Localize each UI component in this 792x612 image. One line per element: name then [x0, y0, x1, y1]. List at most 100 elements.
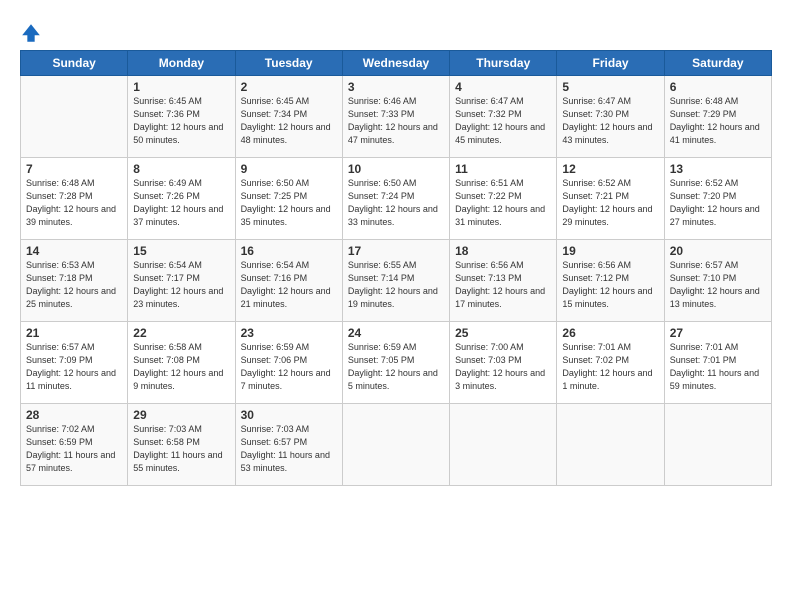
logo-icon — [20, 22, 42, 44]
calendar-table: SundayMondayTuesdayWednesdayThursdayFrid… — [20, 50, 772, 486]
calendar-cell: 11Sunrise: 6:51 AMSunset: 7:22 PMDayligh… — [450, 158, 557, 240]
day-number: 14 — [26, 244, 123, 258]
weekday-header-row: SundayMondayTuesdayWednesdayThursdayFrid… — [21, 51, 772, 76]
day-number: 15 — [133, 244, 230, 258]
day-info: Sunrise: 6:48 AMSunset: 7:28 PMDaylight:… — [26, 177, 123, 229]
day-number: 28 — [26, 408, 123, 422]
day-number: 26 — [562, 326, 659, 340]
day-number: 5 — [562, 80, 659, 94]
day-number: 30 — [241, 408, 338, 422]
calendar-cell: 17Sunrise: 6:55 AMSunset: 7:14 PMDayligh… — [342, 240, 449, 322]
day-info: Sunrise: 6:47 AMSunset: 7:30 PMDaylight:… — [562, 95, 659, 147]
logo — [20, 22, 44, 44]
calendar-cell: 7Sunrise: 6:48 AMSunset: 7:28 PMDaylight… — [21, 158, 128, 240]
day-number: 10 — [348, 162, 445, 176]
day-info: Sunrise: 6:56 AMSunset: 7:12 PMDaylight:… — [562, 259, 659, 311]
calendar-cell — [21, 76, 128, 158]
calendar-cell: 28Sunrise: 7:02 AMSunset: 6:59 PMDayligh… — [21, 404, 128, 486]
day-info: Sunrise: 6:50 AMSunset: 7:24 PMDaylight:… — [348, 177, 445, 229]
day-number: 11 — [455, 162, 552, 176]
day-number: 24 — [348, 326, 445, 340]
calendar-cell: 12Sunrise: 6:52 AMSunset: 7:21 PMDayligh… — [557, 158, 664, 240]
day-info: Sunrise: 6:57 AMSunset: 7:10 PMDaylight:… — [670, 259, 767, 311]
calendar-week-3: 14Sunrise: 6:53 AMSunset: 7:18 PMDayligh… — [21, 240, 772, 322]
day-number: 21 — [26, 326, 123, 340]
calendar-cell: 10Sunrise: 6:50 AMSunset: 7:24 PMDayligh… — [342, 158, 449, 240]
day-info: Sunrise: 6:50 AMSunset: 7:25 PMDaylight:… — [241, 177, 338, 229]
day-info: Sunrise: 6:49 AMSunset: 7:26 PMDaylight:… — [133, 177, 230, 229]
day-info: Sunrise: 6:53 AMSunset: 7:18 PMDaylight:… — [26, 259, 123, 311]
calendar-cell: 13Sunrise: 6:52 AMSunset: 7:20 PMDayligh… — [664, 158, 771, 240]
day-info: Sunrise: 7:00 AMSunset: 7:03 PMDaylight:… — [455, 341, 552, 393]
day-info: Sunrise: 7:03 AMSunset: 6:57 PMDaylight:… — [241, 423, 338, 475]
calendar-cell: 9Sunrise: 6:50 AMSunset: 7:25 PMDaylight… — [235, 158, 342, 240]
day-number: 29 — [133, 408, 230, 422]
weekday-header-sunday: Sunday — [21, 51, 128, 76]
calendar-cell: 27Sunrise: 7:01 AMSunset: 7:01 PMDayligh… — [664, 322, 771, 404]
day-number: 4 — [455, 80, 552, 94]
calendar-week-4: 21Sunrise: 6:57 AMSunset: 7:09 PMDayligh… — [21, 322, 772, 404]
day-number: 1 — [133, 80, 230, 94]
day-number: 20 — [670, 244, 767, 258]
calendar-cell: 22Sunrise: 6:58 AMSunset: 7:08 PMDayligh… — [128, 322, 235, 404]
day-info: Sunrise: 6:58 AMSunset: 7:08 PMDaylight:… — [133, 341, 230, 393]
day-number: 8 — [133, 162, 230, 176]
day-info: Sunrise: 7:03 AMSunset: 6:58 PMDaylight:… — [133, 423, 230, 475]
calendar-cell: 1Sunrise: 6:45 AMSunset: 7:36 PMDaylight… — [128, 76, 235, 158]
calendar-cell: 15Sunrise: 6:54 AMSunset: 7:17 PMDayligh… — [128, 240, 235, 322]
weekday-header-monday: Monday — [128, 51, 235, 76]
day-info: Sunrise: 6:59 AMSunset: 7:05 PMDaylight:… — [348, 341, 445, 393]
calendar-week-1: 1Sunrise: 6:45 AMSunset: 7:36 PMDaylight… — [21, 76, 772, 158]
day-info: Sunrise: 6:54 AMSunset: 7:17 PMDaylight:… — [133, 259, 230, 311]
calendar-cell: 25Sunrise: 7:00 AMSunset: 7:03 PMDayligh… — [450, 322, 557, 404]
calendar-cell: 4Sunrise: 6:47 AMSunset: 7:32 PMDaylight… — [450, 76, 557, 158]
day-info: Sunrise: 6:45 AMSunset: 7:34 PMDaylight:… — [241, 95, 338, 147]
calendar-week-5: 28Sunrise: 7:02 AMSunset: 6:59 PMDayligh… — [21, 404, 772, 486]
day-info: Sunrise: 6:59 AMSunset: 7:06 PMDaylight:… — [241, 341, 338, 393]
weekday-header-friday: Friday — [557, 51, 664, 76]
header — [20, 18, 772, 44]
calendar-cell: 14Sunrise: 6:53 AMSunset: 7:18 PMDayligh… — [21, 240, 128, 322]
weekday-header-saturday: Saturday — [664, 51, 771, 76]
day-info: Sunrise: 6:56 AMSunset: 7:13 PMDaylight:… — [455, 259, 552, 311]
day-info: Sunrise: 7:02 AMSunset: 6:59 PMDaylight:… — [26, 423, 123, 475]
day-info: Sunrise: 6:57 AMSunset: 7:09 PMDaylight:… — [26, 341, 123, 393]
calendar-cell: 20Sunrise: 6:57 AMSunset: 7:10 PMDayligh… — [664, 240, 771, 322]
calendar-cell: 16Sunrise: 6:54 AMSunset: 7:16 PMDayligh… — [235, 240, 342, 322]
calendar-cell: 30Sunrise: 7:03 AMSunset: 6:57 PMDayligh… — [235, 404, 342, 486]
day-number: 23 — [241, 326, 338, 340]
day-number: 12 — [562, 162, 659, 176]
day-number: 6 — [670, 80, 767, 94]
calendar-cell — [664, 404, 771, 486]
weekday-header-thursday: Thursday — [450, 51, 557, 76]
calendar-cell — [557, 404, 664, 486]
day-info: Sunrise: 7:01 AMSunset: 7:01 PMDaylight:… — [670, 341, 767, 393]
day-info: Sunrise: 6:48 AMSunset: 7:29 PMDaylight:… — [670, 95, 767, 147]
day-number: 22 — [133, 326, 230, 340]
calendar-week-2: 7Sunrise: 6:48 AMSunset: 7:28 PMDaylight… — [21, 158, 772, 240]
day-info: Sunrise: 6:47 AMSunset: 7:32 PMDaylight:… — [455, 95, 552, 147]
day-info: Sunrise: 6:52 AMSunset: 7:21 PMDaylight:… — [562, 177, 659, 229]
calendar-cell: 24Sunrise: 6:59 AMSunset: 7:05 PMDayligh… — [342, 322, 449, 404]
calendar-cell: 8Sunrise: 6:49 AMSunset: 7:26 PMDaylight… — [128, 158, 235, 240]
calendar-cell: 5Sunrise: 6:47 AMSunset: 7:30 PMDaylight… — [557, 76, 664, 158]
day-number: 9 — [241, 162, 338, 176]
day-number: 18 — [455, 244, 552, 258]
calendar-cell: 29Sunrise: 7:03 AMSunset: 6:58 PMDayligh… — [128, 404, 235, 486]
day-info: Sunrise: 6:55 AMSunset: 7:14 PMDaylight:… — [348, 259, 445, 311]
day-info: Sunrise: 6:51 AMSunset: 7:22 PMDaylight:… — [455, 177, 552, 229]
calendar-cell: 21Sunrise: 6:57 AMSunset: 7:09 PMDayligh… — [21, 322, 128, 404]
calendar-cell — [450, 404, 557, 486]
calendar-cell: 18Sunrise: 6:56 AMSunset: 7:13 PMDayligh… — [450, 240, 557, 322]
day-number: 2 — [241, 80, 338, 94]
day-info: Sunrise: 6:45 AMSunset: 7:36 PMDaylight:… — [133, 95, 230, 147]
day-number: 16 — [241, 244, 338, 258]
calendar-cell — [342, 404, 449, 486]
day-number: 7 — [26, 162, 123, 176]
day-number: 17 — [348, 244, 445, 258]
calendar-cell: 2Sunrise: 6:45 AMSunset: 7:34 PMDaylight… — [235, 76, 342, 158]
day-info: Sunrise: 6:46 AMSunset: 7:33 PMDaylight:… — [348, 95, 445, 147]
weekday-header-tuesday: Tuesday — [235, 51, 342, 76]
day-info: Sunrise: 6:52 AMSunset: 7:20 PMDaylight:… — [670, 177, 767, 229]
calendar-cell: 19Sunrise: 6:56 AMSunset: 7:12 PMDayligh… — [557, 240, 664, 322]
